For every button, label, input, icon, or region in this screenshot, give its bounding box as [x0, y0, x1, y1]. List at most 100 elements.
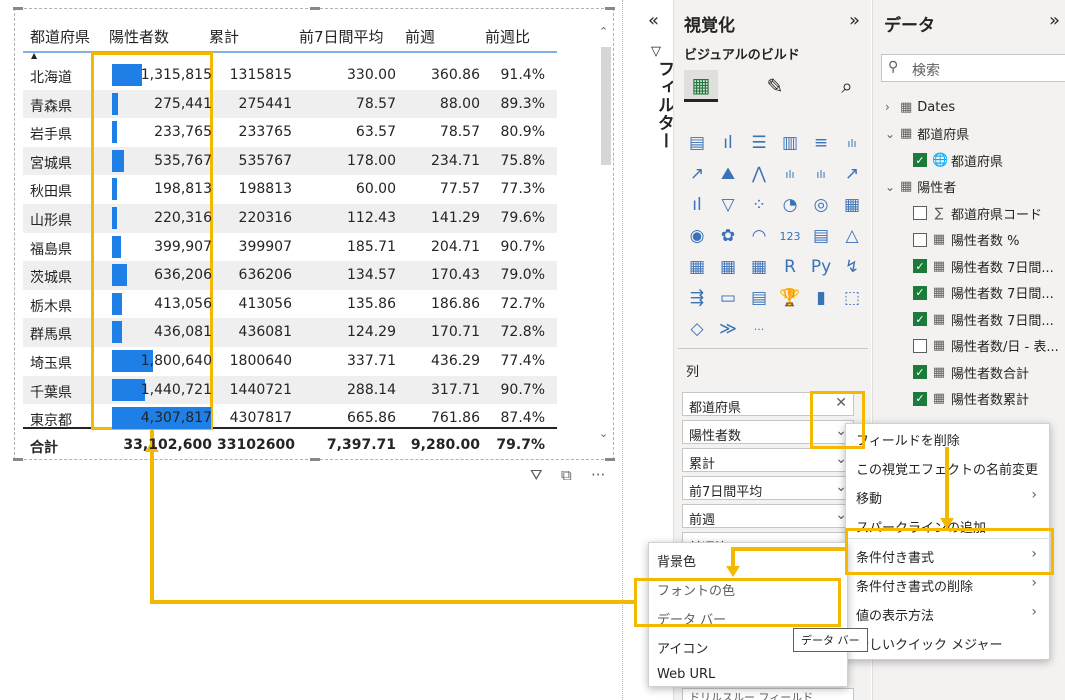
- submenu-item[interactable]: Web URL: [657, 667, 715, 682]
- build-visual-tab[interactable]: ▦: [684, 70, 718, 102]
- tree-field-node[interactable]: ✓ 🌐 都道府県: [913, 149, 1003, 171]
- visual-type-icon[interactable]: ılı: [777, 161, 803, 187]
- resize-handle[interactable]: [310, 458, 320, 461]
- visual-type-icon[interactable]: ↗: [684, 161, 710, 187]
- context-menu-item[interactable]: 値の表示方法 ›: [846, 599, 1051, 627]
- visual-type-icon[interactable]: ▤: [808, 223, 834, 249]
- tree-field-node[interactable]: ✓ ▦ 陽性者数合計: [913, 361, 1029, 383]
- visual-type-icon[interactable]: ▦: [746, 254, 772, 280]
- tree-table-node[interactable]: ⌄ ▦ 陽性者: [885, 176, 956, 198]
- header-wow[interactable]: 前週比: [485, 26, 530, 47]
- visual-type-icon[interactable]: 🏆: [777, 285, 803, 311]
- field-well-item[interactable]: 累計 ⌄: [682, 448, 854, 472]
- submenu-item[interactable]: 背景色: [657, 551, 696, 570]
- visual-type-icon[interactable]: ▤: [746, 285, 772, 311]
- visual-type-icon[interactable]: ◇: [684, 316, 710, 342]
- tree-field-node[interactable]: ✓ ▦ 陽性者数 7日間...: [913, 282, 1054, 304]
- visual-type-icon[interactable]: △: [839, 223, 865, 249]
- visual-type-icon[interactable]: ▭: [715, 285, 741, 311]
- resize-handle[interactable]: [13, 458, 23, 461]
- filter-icon[interactable]: ⛛: [530, 466, 543, 484]
- visual-type-icon[interactable]: ⛰: [715, 161, 741, 187]
- visual-type-icon[interactable]: ◎: [808, 192, 834, 218]
- field-well-item[interactable]: 前7日間平均 ⌄: [682, 476, 854, 500]
- header-positive[interactable]: 陽性者数: [109, 26, 169, 47]
- visual-type-icon[interactable]: ⁘: [746, 192, 772, 218]
- visual-type-icon[interactable]: 123: [777, 223, 803, 249]
- visual-type-icon[interactable]: ⬚: [839, 285, 865, 311]
- visual-type-icon[interactable]: ≡: [808, 130, 834, 156]
- visual-type-icon[interactable]: ◉: [684, 223, 710, 249]
- header-cumulative[interactable]: 累計: [209, 26, 239, 47]
- format-visual-tab[interactable]: ✎: [758, 70, 792, 102]
- tree-table-node[interactable]: ⌄ ▦ 都道府県: [885, 123, 969, 145]
- resize-handle[interactable]: [605, 458, 615, 461]
- field-well-item[interactable]: 前週 ⌄: [682, 504, 854, 528]
- tree-field-node[interactable]: ✓ ▦ 陽性者数累計: [913, 388, 1029, 410]
- header-avg7[interactable]: 前7日間平均: [299, 26, 384, 47]
- visual-type-icon[interactable]: ◔: [777, 192, 803, 218]
- focus-mode-icon[interactable]: ⧉: [561, 466, 572, 484]
- scroll-down-icon[interactable]: ⌄: [599, 427, 608, 440]
- visual-type-icon[interactable]: ⋀: [746, 161, 772, 187]
- chevron-down-icon[interactable]: ⌄: [885, 127, 895, 141]
- context-menu-item[interactable]: 新しいクイック メジャー: [846, 628, 1051, 656]
- header-prev-week[interactable]: 前週: [405, 26, 435, 47]
- tree-field-node[interactable]: ▦ 陽性者数 %: [913, 229, 1020, 251]
- visual-type-icon[interactable]: ☰: [746, 130, 772, 156]
- scrollbar-thumb[interactable]: [601, 47, 611, 165]
- field-checkbox[interactable]: ✓: [913, 312, 927, 326]
- visual-type-icon[interactable]: ◠: [746, 223, 772, 249]
- visual-type-icon[interactable]: Py: [808, 254, 834, 280]
- visual-type-icon[interactable]: ▦: [839, 192, 865, 218]
- collapse-viz-icon[interactable]: »: [849, 10, 860, 31]
- cell-pref: 北海道: [30, 70, 72, 86]
- visual-type-icon[interactable]: ▥: [777, 130, 803, 156]
- field-checkbox[interactable]: ✓: [913, 285, 927, 300]
- visual-type-icon[interactable]: ▦: [715, 254, 741, 280]
- cell-cumulative: 275441: [238, 95, 292, 112]
- visual-type-icon[interactable]: ılı: [839, 130, 865, 156]
- field-checkbox[interactable]: ✓: [913, 153, 927, 167]
- collapse-data-icon[interactable]: »: [1049, 10, 1060, 31]
- chevron-down-icon[interactable]: ⌄: [885, 180, 895, 194]
- tree-field-node[interactable]: ▦ 陽性者数/日 - 表...: [913, 335, 1059, 357]
- visual-type-icon[interactable]: ▦: [684, 254, 710, 280]
- analytics-tab[interactable]: ⌕: [830, 70, 864, 102]
- visual-type-icon[interactable]: ···: [746, 316, 772, 342]
- field-checkbox[interactable]: [913, 206, 927, 220]
- more-options-icon[interactable]: ···: [591, 466, 605, 484]
- visual-type-icon[interactable]: R: [777, 254, 803, 280]
- visual-type-icon[interactable]: ✿: [715, 223, 741, 249]
- resize-handle[interactable]: [310, 7, 320, 10]
- visual-type-icon[interactable]: ıl: [684, 192, 710, 218]
- field-search-input[interactable]: ⚲ 検索: [881, 54, 1065, 82]
- visual-type-icon[interactable]: ▤: [684, 130, 710, 156]
- tree-table-node[interactable]: › ▦ Dates: [885, 96, 955, 118]
- visual-type-icon[interactable]: ↯: [839, 254, 865, 280]
- field-checkbox[interactable]: ✓: [913, 365, 927, 379]
- table-scrollbar[interactable]: ⌃ ⌄: [598, 23, 612, 447]
- visual-type-icon[interactable]: ↗: [839, 161, 865, 187]
- field-checkbox[interactable]: [913, 232, 927, 247]
- chevron-right-icon[interactable]: ›: [885, 100, 895, 114]
- scroll-up-icon[interactable]: ⌃: [599, 25, 608, 38]
- visual-type-icon[interactable]: ıl: [715, 130, 741, 156]
- resize-handle[interactable]: [605, 7, 615, 10]
- header-pref[interactable]: 都道府県: [30, 26, 90, 47]
- visual-type-icon[interactable]: ▮: [808, 285, 834, 311]
- tree-field-node[interactable]: ✓ ▦ 陽性者数 7日間...: [913, 255, 1054, 277]
- cell-avg7: 112.43: [347, 210, 396, 226]
- field-checkbox[interactable]: ✓: [913, 259, 927, 273]
- submenu-item[interactable]: アイコン: [657, 638, 708, 657]
- visual-type-icon[interactable]: ▽: [715, 192, 741, 218]
- tree-field-node[interactable]: ∑ 都道府県コード: [913, 202, 1042, 224]
- visual-type-icon[interactable]: ≫: [715, 316, 741, 342]
- field-checkbox[interactable]: ✓: [913, 391, 927, 406]
- expand-filters-icon[interactable]: «: [648, 10, 659, 31]
- resize-handle[interactable]: [13, 7, 23, 10]
- tree-field-node[interactable]: ✓ ▦ 陽性者数 7日間...: [913, 308, 1054, 330]
- field-checkbox[interactable]: [913, 338, 927, 353]
- visual-type-icon[interactable]: ılı: [808, 161, 834, 187]
- visual-type-icon[interactable]: ⇶: [684, 285, 710, 311]
